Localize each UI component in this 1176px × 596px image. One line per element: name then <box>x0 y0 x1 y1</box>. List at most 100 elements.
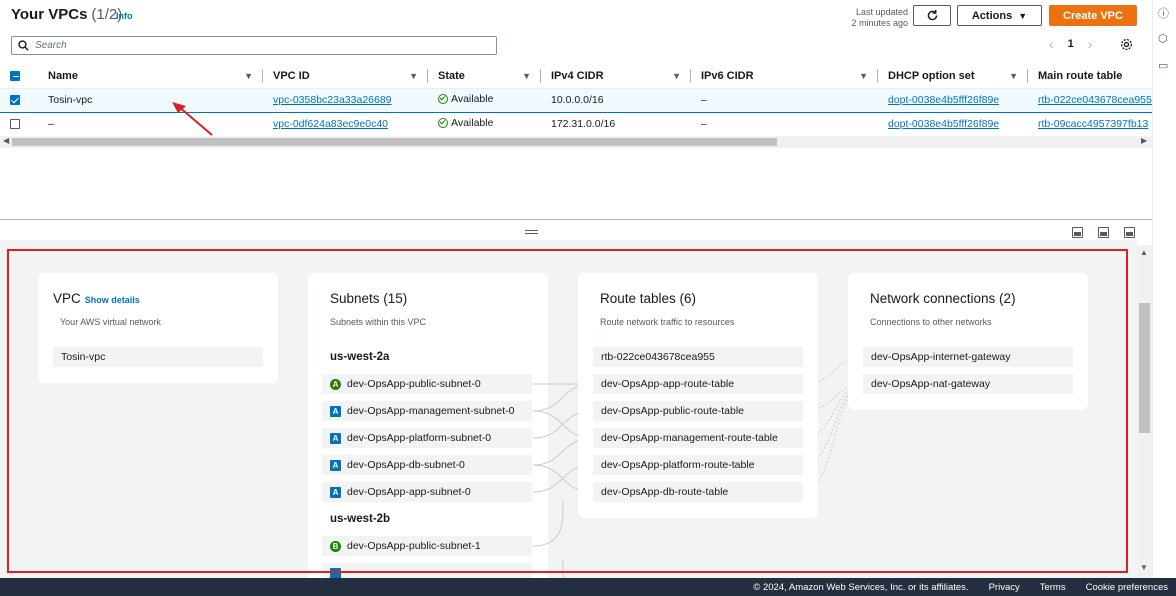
sort-icon: ▼ <box>244 71 253 81</box>
col-ipv4[interactable]: IPv4 CIDR ▼ <box>541 64 691 89</box>
page-title-text: Your VPCs <box>11 6 88 23</box>
sort-icon: ▼ <box>409 71 418 81</box>
col-ipv6[interactable]: IPv6 CIDR ▼ <box>691 64 878 89</box>
scroll-down-icon[interactable]: ▼ <box>1140 563 1148 572</box>
cell-name: – <box>38 112 263 137</box>
col-dhcp[interactable]: DHCP option set ▼ <box>878 64 1028 89</box>
split-full-icon[interactable] <box>1124 227 1135 238</box>
col-name-label: Name <box>48 69 78 82</box>
search-icon <box>18 40 29 51</box>
check-circle-icon <box>438 94 448 104</box>
col-vpc-id[interactable]: VPC ID ▼ <box>263 64 428 89</box>
status-available: Available <box>438 93 493 105</box>
scroll-right-icon[interactable]: ▶ <box>1141 136 1147 145</box>
cell-ipv4: 10.0.0.0/16 <box>541 87 691 113</box>
scroll-up-icon[interactable]: ▲ <box>1140 248 1148 257</box>
network-connections-card: Network connections (2) Connections to o… <box>848 273 1088 410</box>
drag-handle-icon[interactable] <box>525 230 538 234</box>
prev-page-icon[interactable]: ‹ <box>1049 36 1054 52</box>
current-page[interactable]: 1 <box>1068 38 1074 50</box>
hexagon-icon[interactable]: ⬡ <box>1158 32 1168 45</box>
footer: © 2024, Amazon Web Services, Inc. or its… <box>0 578 1176 596</box>
col-ipv6-label: IPv6 CIDR <box>701 69 754 82</box>
network-connections-card-title: Network connections (2) <box>870 291 1016 306</box>
scroll-thumb[interactable] <box>12 138 777 146</box>
route-tables-card: Route tables (6) Route network traffic t… <box>578 273 818 518</box>
cookie-preferences-link[interactable]: Cookie preferences <box>1086 582 1168 593</box>
cell-ipv6: – <box>691 87 878 113</box>
info-link[interactable]: Info <box>116 11 133 21</box>
last-updated: Last updated 2 minutes ago <box>838 7 908 29</box>
cell-name: Tosin-vpc <box>38 87 263 113</box>
route-tables-card-subtitle: Route network traffic to resources <box>600 317 735 327</box>
network-connection-chip[interactable]: dev-OpsApp-internet-gateway <box>863 347 1073 367</box>
col-vpc-id-label: VPC ID <box>273 69 310 82</box>
col-ipv4-label: IPv4 CIDR <box>551 69 604 82</box>
select-all-checkbox[interactable] <box>10 70 20 81</box>
main-route-table-link[interactable]: rtb-022ce043678cea955 <box>1038 94 1152 106</box>
network-connection-chip[interactable]: dev-OpsApp-nat-gateway <box>863 374 1073 394</box>
sort-icon: ▼ <box>672 71 681 81</box>
status-text: Available <box>451 117 494 129</box>
refresh-icon <box>927 9 937 21</box>
last-updated-time: 2 minutes ago <box>851 18 908 28</box>
col-state-label: State <box>438 69 465 82</box>
col-main-rt-label: Main route table <box>1038 69 1123 82</box>
dhcp-link[interactable]: dopt-0038e4b5fff26f89e <box>888 118 999 130</box>
sort-icon: ▼ <box>1009 71 1018 81</box>
right-toolbar: ⓘ ⬡ ▭ <box>1152 0 1176 578</box>
col-dhcp-label: DHCP option set <box>888 69 975 82</box>
search-box <box>11 36 497 55</box>
caret-down-icon: ▼ <box>1018 10 1028 21</box>
privacy-link[interactable]: Privacy <box>989 582 1020 593</box>
last-updated-label: Last updated <box>855 7 908 17</box>
screen-icon[interactable]: ▭ <box>1158 59 1168 72</box>
route-table-chip[interactable]: rtb-022ce043678cea955 <box>593 347 803 367</box>
check-circle-icon <box>438 118 448 128</box>
vpc-id-link[interactable]: vpc-0df624a83ec9e0c40 <box>273 118 388 130</box>
vpc-id-link[interactable]: vpc-0358bc23a33a26689 <box>273 94 392 106</box>
create-vpc-button[interactable]: Create VPC <box>1049 5 1137 26</box>
split-bottom-icon[interactable] <box>1072 227 1083 238</box>
annotation-arrow <box>172 102 213 136</box>
route-table-chip[interactable]: dev-OpsApp-management-route-table <box>593 428 803 448</box>
col-state[interactable]: State ▼ <box>428 64 541 89</box>
copyright-text: © 2024, Amazon Web Services, Inc. or its… <box>753 581 969 593</box>
cell-ipv6: – <box>691 112 878 137</box>
status-available: Available <box>438 117 493 129</box>
row-checkbox[interactable] <box>10 95 20 106</box>
network-connections-card-subtitle: Connections to other networks <box>870 317 992 327</box>
refresh-button[interactable] <box>913 5 951 26</box>
split-side-icon[interactable] <box>1098 227 1109 238</box>
route-table-chip[interactable]: dev-OpsApp-public-route-table <box>593 401 803 421</box>
page-title: Your VPCs (1/2) <box>11 6 122 23</box>
resource-map: VPC Show details Your AWS virtual network… <box>0 240 1137 578</box>
col-main-route-table[interactable]: Main route table <box>1028 64 1152 89</box>
search-input[interactable] <box>35 40 475 51</box>
next-page-icon[interactable]: › <box>1088 36 1093 52</box>
dhcp-link[interactable]: dopt-0038e4b5fff26f89e <box>888 94 999 106</box>
col-name[interactable]: Name ▼ <box>38 64 263 89</box>
info-circle-icon[interactable]: ⓘ <box>1158 5 1169 21</box>
status-text: Available <box>451 93 494 105</box>
row-checkbox[interactable] <box>10 119 20 130</box>
sort-icon: ▼ <box>522 71 531 81</box>
route-table-chip[interactable]: dev-OpsApp-db-route-table <box>593 482 803 502</box>
panel-divider[interactable] <box>0 219 1152 220</box>
gear-icon[interactable] <box>1120 38 1133 51</box>
scroll-thumb[interactable] <box>1139 303 1150 433</box>
vertical-scrollbar[interactable]: ▲ ▼ <box>1137 245 1152 578</box>
actions-button[interactable]: Actions ▼ <box>957 5 1042 26</box>
pagination: ‹ 1 › <box>1049 36 1092 52</box>
route-tables-card-title: Route tables (6) <box>600 291 697 306</box>
scroll-left-icon[interactable]: ◀ <box>3 136 9 145</box>
actions-label: Actions <box>971 9 1013 22</box>
table-header-row: Name ▼ VPC ID ▼ State ▼ IPv4 CIDR ▼ IPv6 CID… <box>0 64 1152 89</box>
sort-icon: ▼ <box>859 71 868 81</box>
main-route-table-link[interactable]: rtb-09cacc4957397fb13 <box>1038 118 1148 130</box>
route-table-chip[interactable]: dev-OpsApp-platform-route-table <box>593 455 803 475</box>
route-table-chip[interactable]: dev-OpsApp-app-route-table <box>593 374 803 394</box>
terms-link[interactable]: Terms <box>1040 582 1066 593</box>
cell-ipv4: 172.31.0.0/16 <box>541 112 691 137</box>
select-all-cell <box>0 64 38 89</box>
